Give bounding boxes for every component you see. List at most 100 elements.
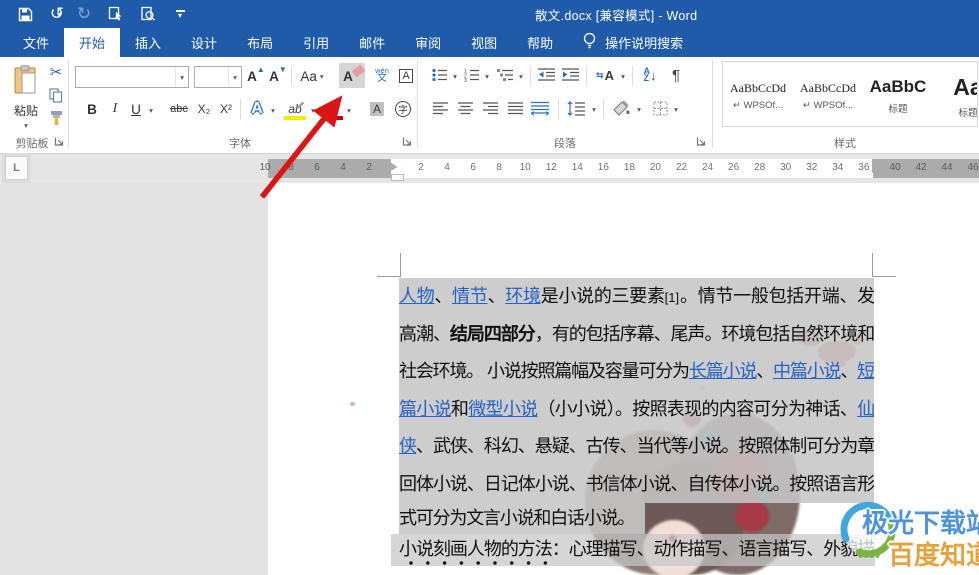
- style-card-3[interactable]: AaBbC 标题: [863, 62, 933, 126]
- multilevel-dropdown-icon[interactable]: ▾: [516, 67, 526, 85]
- character-border-button[interactable]: A: [396, 65, 416, 87]
- shading-dropdown-icon[interactable]: ▾: [634, 100, 644, 118]
- asian-layout-button[interactable]: ⇆ A: [592, 65, 618, 85]
- customize-qat-icon[interactable]: ▾: [171, 5, 189, 23]
- hyperlink[interactable]: 中篇小说: [773, 361, 842, 381]
- underline-button[interactable]: U: [128, 99, 144, 119]
- font-color-dropdown-icon[interactable]: ▾: [344, 101, 354, 119]
- enclose-characters-button[interactable]: 字: [392, 99, 414, 119]
- bold-button[interactable]: B: [84, 99, 100, 119]
- font-name-dropdown-icon[interactable]: ▾: [175, 67, 188, 87]
- hyperlink[interactable]: 篇小说: [399, 399, 452, 419]
- shrink-font-button[interactable]: A ▼: [268, 65, 288, 87]
- style-card-4[interactable]: Aa 标题: [933, 62, 978, 126]
- tab-布局[interactable]: 布局: [232, 28, 288, 57]
- tab-stop-selector[interactable]: L: [5, 156, 28, 180]
- tab-视图[interactable]: 视图: [456, 28, 512, 57]
- justify-button[interactable]: [505, 98, 525, 118]
- hyperlink[interactable]: 短: [857, 361, 874, 381]
- style-card-2[interactable]: AaBbCcDd ↵ WPSOf...: [793, 62, 863, 126]
- tab-插入[interactable]: 插入: [120, 28, 176, 57]
- ruler-number: 10: [519, 162, 531, 173]
- show-marks-button[interactable]: ¶: [666, 64, 686, 86]
- text-line-2[interactable]: 高潮、结局四部分，有的包括序幕、尾声。环境包括自然环境和: [399, 316, 874, 354]
- underline-dropdown-icon[interactable]: ▾: [146, 101, 156, 119]
- asian-layout-dropdown-icon[interactable]: ▾: [618, 67, 628, 85]
- tab-邮件[interactable]: 邮件: [344, 28, 400, 57]
- text-line-8[interactable]: 小说刻画人物的方法：心理描写、动作描写、语言描写、外貌描: [399, 534, 874, 565]
- strikethrough-button[interactable]: abc: [166, 99, 192, 119]
- numbering-button[interactable]: 123: [462, 65, 482, 85]
- align-center-button[interactable]: [455, 98, 475, 118]
- print-preview-icon[interactable]: [139, 5, 157, 23]
- text-line-4[interactable]: 篇小说和微型小说（小小说）。按照表现的内容可分为神话、仙: [399, 391, 874, 429]
- grow-font-button[interactable]: A ▲: [246, 65, 266, 87]
- tab-审阅[interactable]: 审阅: [400, 28, 456, 57]
- text-line-5[interactable]: 侠、武侠、科幻、悬疑、古传、当代等小说。按照体制可分为章: [399, 428, 874, 466]
- highlight-color-button[interactable]: ab: [283, 97, 307, 121]
- left-indent-marker[interactable]: [391, 174, 404, 181]
- horizontal-ruler[interactable]: 10 8 6 4 2 2 4 6 8 10 12 14 16 18 20 22 24 26 28 30 32 34 36 40…: [259, 159, 979, 181]
- hyperlink[interactable]: 人物: [399, 286, 436, 306]
- subscript-button[interactable]: X₂: [194, 99, 214, 119]
- text-line-6[interactable]: 回体小说、日记体小说、书信体小说、自传体小说。按照语言形: [399, 466, 874, 504]
- font-dialog-launcher-icon[interactable]: [402, 136, 413, 147]
- hyperlink[interactable]: 仙: [857, 399, 874, 419]
- shading-button[interactable]: [609, 97, 633, 119]
- tab-文件[interactable]: 文件: [8, 28, 64, 57]
- cut-button[interactable]: ✂: [46, 63, 66, 81]
- copy-button[interactable]: [47, 87, 65, 103]
- style-card-1[interactable]: AaBbCcDd ↵ WPSOf...: [723, 62, 793, 126]
- hyperlink[interactable]: 微型小说: [468, 399, 538, 419]
- text-effects-dropdown-icon[interactable]: ▾: [268, 101, 278, 119]
- hyperlink[interactable]: 长篇小说: [689, 361, 758, 381]
- align-right-button[interactable]: [480, 98, 500, 118]
- increase-indent-button[interactable]: [559, 65, 581, 85]
- clipboard-dialog-launcher-icon[interactable]: [54, 136, 65, 147]
- format-painter-button[interactable]: [47, 109, 65, 127]
- undo-dropdown-icon[interactable]: ▾: [57, 10, 61, 19]
- highlight-dropdown-icon[interactable]: ▾: [308, 101, 318, 119]
- tell-me-box[interactable]: 操作说明搜索: [582, 28, 683, 57]
- multilevel-list-button[interactable]: [494, 65, 516, 85]
- tab-引用[interactable]: 引用: [288, 28, 344, 57]
- text-effects-button[interactable]: A: [246, 97, 268, 121]
- tab-开始[interactable]: 开始: [64, 28, 121, 57]
- align-left-button[interactable]: [430, 98, 450, 118]
- touch-mode-icon[interactable]: [107, 5, 125, 23]
- line-spacing-dropdown-icon[interactable]: ▾: [589, 100, 599, 118]
- font-size-dropdown-icon[interactable]: ▾: [228, 67, 241, 87]
- tab-帮助[interactable]: 帮助: [512, 28, 568, 57]
- style-name: 标题: [958, 107, 978, 119]
- hyperlink[interactable]: 环境: [505, 286, 542, 306]
- text-line-1[interactable]: 人物、情节、环境是小说的三要素[1]。情节一般包括开端、发展、: [399, 278, 874, 316]
- tab-设计[interactable]: 设计: [176, 28, 232, 57]
- superscript-button[interactable]: X²: [216, 99, 236, 119]
- paste-button[interactable]: 粘贴 ▾: [8, 61, 44, 133]
- line-spacing-button[interactable]: [564, 97, 588, 119]
- bullets-button[interactable]: [430, 65, 450, 85]
- italic-button[interactable]: I: [108, 99, 122, 119]
- bullets-dropdown-icon[interactable]: ▾: [450, 67, 460, 85]
- character-shading-button[interactable]: A: [366, 99, 388, 119]
- numbering-dropdown-icon[interactable]: ▾: [482, 67, 492, 85]
- text-line-7[interactable]: 式可分为文言小说和白话小说。: [399, 503, 874, 534]
- clear-formatting-button[interactable]: A: [339, 63, 366, 88]
- distribute-button[interactable]: [528, 97, 552, 119]
- sort-button[interactable]: AZ ↓: [638, 64, 662, 86]
- decrease-indent-button[interactable]: [535, 65, 557, 85]
- borders-dropdown-icon[interactable]: ▾: [671, 100, 681, 118]
- borders-button[interactable]: [650, 98, 670, 118]
- hyperlink[interactable]: 情节: [452, 286, 489, 306]
- style-name: ↵ WPSOf...: [732, 100, 784, 111]
- font-name-combobox[interactable]: ▾: [75, 66, 189, 88]
- phonetic-guide-button[interactable]: wén 文: [370, 63, 394, 88]
- save-icon[interactable]: [16, 5, 34, 23]
- font-size-combobox[interactable]: ▾: [194, 66, 242, 88]
- change-case-button[interactable]: Aa ▾: [296, 65, 328, 87]
- font-color-button[interactable]: A: [322, 97, 344, 121]
- paragraph-dialog-launcher-icon[interactable]: [696, 136, 707, 147]
- hyperlink[interactable]: 侠: [399, 436, 417, 456]
- document-area[interactable]: 人物、情节、环境是小说的三要素[1]。情节一般包括开端、发展、高潮、结局四部分，…: [0, 183, 979, 575]
- text-line-3[interactable]: 社会环境。 小说按照篇幅及容量可分为长篇小说、中篇小说、短: [399, 353, 874, 391]
